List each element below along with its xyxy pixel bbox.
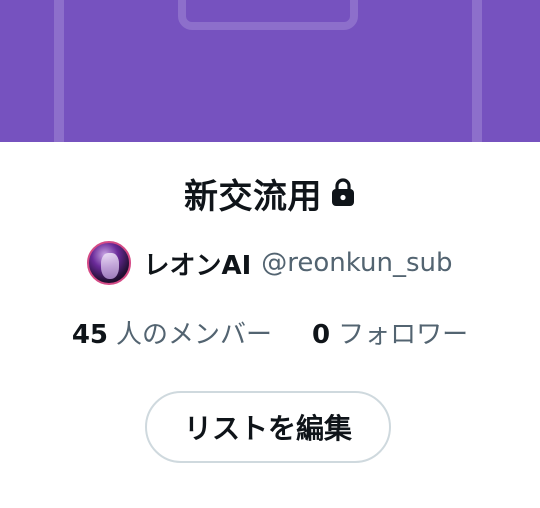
list-banner	[0, 0, 540, 142]
members-stat[interactable]: 45 人のメンバー	[72, 314, 272, 351]
avatar[interactable]	[87, 241, 132, 285]
list-owner[interactable]: レオンAI @reonkun_sub	[0, 238, 540, 288]
followers-stat[interactable]: 0 フォロワー	[312, 314, 468, 351]
members-label: 人のメンバー	[116, 319, 273, 350]
edit-list-button[interactable]: リストを編集	[145, 391, 391, 463]
owner-name[interactable]: レオンAI	[143, 245, 251, 282]
banner-rect-decoration	[178, 0, 358, 30]
followers-count: 0	[312, 319, 331, 350]
list-title: 新交流用	[184, 176, 322, 217]
list-stats: 45 人のメンバー 0 フォロワー	[0, 310, 540, 354]
followers-label: フォロワー	[338, 319, 469, 350]
owner-handle[interactable]: @reonkun_sub	[261, 248, 452, 278]
members-count: 45	[71, 319, 109, 350]
avatar-face-decoration	[101, 253, 120, 279]
list-title-row: 新交流用	[0, 168, 540, 218]
lock-icon	[332, 178, 354, 206]
